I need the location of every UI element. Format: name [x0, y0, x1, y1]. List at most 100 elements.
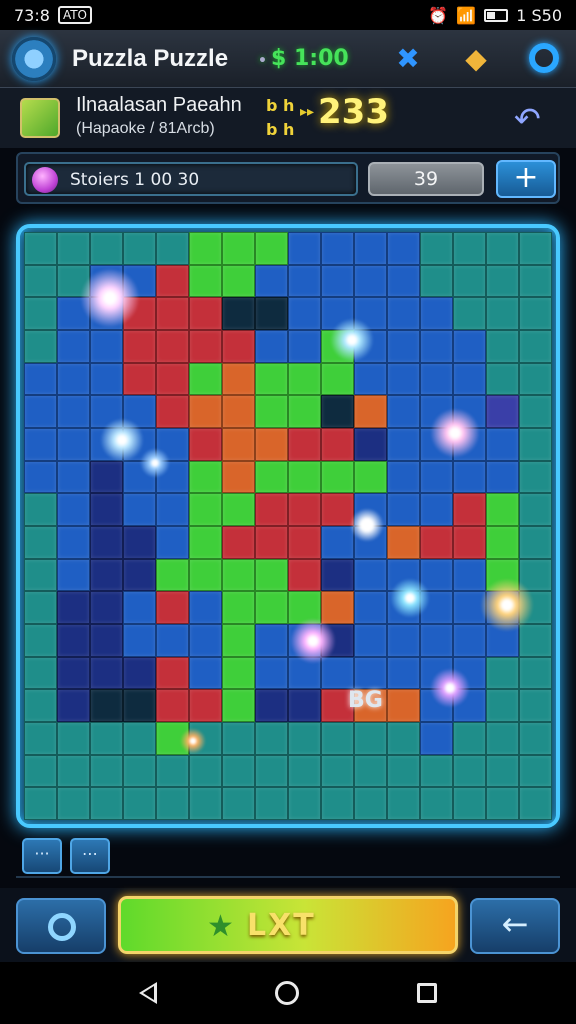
puzzle-piece[interactable]: [486, 264, 519, 298]
undo-icon[interactable]: ↶: [514, 100, 541, 138]
puzzle-piece[interactable]: [321, 460, 354, 494]
puzzle-piece[interactable]: [90, 721, 123, 755]
puzzle-piece[interactable]: [189, 689, 222, 722]
puzzle-piece[interactable]: [321, 591, 354, 624]
puzzle-piece[interactable]: [57, 427, 90, 461]
puzzle-piece[interactable]: [519, 460, 552, 494]
puzzle-piece[interactable]: [255, 362, 288, 396]
puzzle-piece[interactable]: [156, 232, 189, 265]
puzzle-piece[interactable]: [24, 787, 57, 820]
puzzle-piece[interactable]: [486, 395, 519, 428]
puzzle-piece[interactable]: [189, 264, 222, 298]
puzzle-piece[interactable]: [123, 232, 156, 265]
puzzle-piece[interactable]: [321, 493, 354, 526]
puzzle-piece[interactable]: [255, 689, 288, 722]
puzzle-piece[interactable]: [123, 721, 156, 755]
puzzle-piece[interactable]: [288, 460, 321, 494]
puzzle-piece[interactable]: [387, 623, 420, 657]
trophy-icon[interactable]: ◆: [456, 38, 496, 78]
puzzle-piece[interactable]: [57, 623, 90, 657]
puzzle-piece[interactable]: [387, 721, 420, 755]
puzzle-piece[interactable]: [321, 787, 354, 820]
puzzle-piece[interactable]: [288, 427, 321, 461]
nav-recents-icon[interactable]: [417, 983, 437, 1003]
puzzle-piece[interactable]: [354, 232, 387, 265]
puzzle-piece[interactable]: [354, 264, 387, 298]
puzzle-piece[interactable]: [453, 558, 486, 592]
puzzle-piece[interactable]: [519, 623, 552, 657]
puzzle-piece[interactable]: [222, 623, 255, 657]
puzzle-piece[interactable]: [387, 362, 420, 396]
puzzle-piece[interactable]: [519, 297, 552, 330]
puzzle-piece[interactable]: [354, 362, 387, 396]
puzzle-piece[interactable]: [24, 362, 57, 396]
puzzle-piece[interactable]: [189, 591, 222, 624]
puzzle-piece[interactable]: [387, 232, 420, 265]
puzzle-piece[interactable]: [156, 395, 189, 428]
menu-button[interactable]: ···: [22, 838, 62, 874]
puzzle-piece[interactable]: [123, 656, 156, 690]
puzzle-piece[interactable]: [288, 558, 321, 592]
puzzle-piece[interactable]: [90, 623, 123, 657]
puzzle-piece[interactable]: [486, 232, 519, 265]
puzzle-piece[interactable]: [453, 264, 486, 298]
puzzle-piece[interactable]: [321, 427, 354, 461]
puzzle-piece[interactable]: [420, 460, 453, 494]
puzzle-piece[interactable]: [354, 460, 387, 494]
puzzle-piece[interactable]: [90, 787, 123, 820]
puzzle-piece[interactable]: [222, 754, 255, 788]
puzzle-piece[interactable]: [189, 427, 222, 461]
puzzle-piece[interactable]: [486, 754, 519, 788]
puzzle-piece[interactable]: [189, 525, 222, 559]
puzzle-piece[interactable]: [354, 427, 387, 461]
puzzle-piece[interactable]: [24, 656, 57, 690]
puzzle-piece[interactable]: [24, 297, 57, 330]
puzzle-piece[interactable]: [90, 460, 123, 494]
puzzle-piece[interactable]: [255, 525, 288, 559]
puzzle-piece[interactable]: [222, 395, 255, 428]
puzzle-piece[interactable]: [189, 460, 222, 494]
puzzle-piece[interactable]: [57, 656, 90, 690]
puzzle-piece[interactable]: [24, 591, 57, 624]
puzzle-piece[interactable]: [222, 689, 255, 722]
tools-icon[interactable]: ✖: [388, 38, 428, 78]
puzzle-piece[interactable]: [90, 362, 123, 396]
puzzle-piece[interactable]: [519, 493, 552, 526]
puzzle-piece[interactable]: [387, 329, 420, 363]
puzzle-piece[interactable]: [354, 721, 387, 755]
puzzle-piece[interactable]: [420, 297, 453, 330]
puzzle-piece[interactable]: [519, 525, 552, 559]
puzzle-piece[interactable]: [189, 656, 222, 690]
puzzle-piece[interactable]: [57, 493, 90, 526]
puzzle-piece[interactable]: [453, 754, 486, 788]
puzzle-piece[interactable]: [57, 591, 90, 624]
puzzle-piece[interactable]: [24, 623, 57, 657]
puzzle-piece[interactable]: [486, 721, 519, 755]
puzzle-piece[interactable]: [486, 329, 519, 363]
puzzle-piece[interactable]: [57, 754, 90, 788]
puzzle-piece[interactable]: [24, 493, 57, 526]
puzzle-piece[interactable]: [255, 329, 288, 363]
puzzle-piece[interactable]: [90, 754, 123, 788]
puzzle-piece[interactable]: [255, 460, 288, 494]
nav-home-icon[interactable]: [275, 981, 299, 1005]
puzzle-piece[interactable]: [354, 754, 387, 788]
puzzle-piece[interactable]: [222, 232, 255, 265]
next-button[interactable]: ★ LXT: [118, 896, 458, 954]
puzzle-piece[interactable]: [57, 525, 90, 559]
puzzle-piece[interactable]: [354, 656, 387, 690]
puzzle-piece[interactable]: [222, 362, 255, 396]
puzzle-piece[interactable]: [420, 623, 453, 657]
puzzle-piece[interactable]: [222, 493, 255, 526]
puzzle-piece[interactable]: [354, 787, 387, 820]
puzzle-piece[interactable]: [189, 362, 222, 396]
puzzle-piece[interactable]: [255, 558, 288, 592]
puzzle-piece[interactable]: [24, 525, 57, 559]
puzzle-piece[interactable]: [189, 787, 222, 820]
puzzle-piece[interactable]: [255, 427, 288, 461]
puzzle-piece[interactable]: [156, 525, 189, 559]
puzzle-piece[interactable]: [288, 395, 321, 428]
puzzle-piece[interactable]: [519, 689, 552, 722]
nav-back-icon[interactable]: [139, 982, 157, 1004]
puzzle-piece[interactable]: [156, 493, 189, 526]
